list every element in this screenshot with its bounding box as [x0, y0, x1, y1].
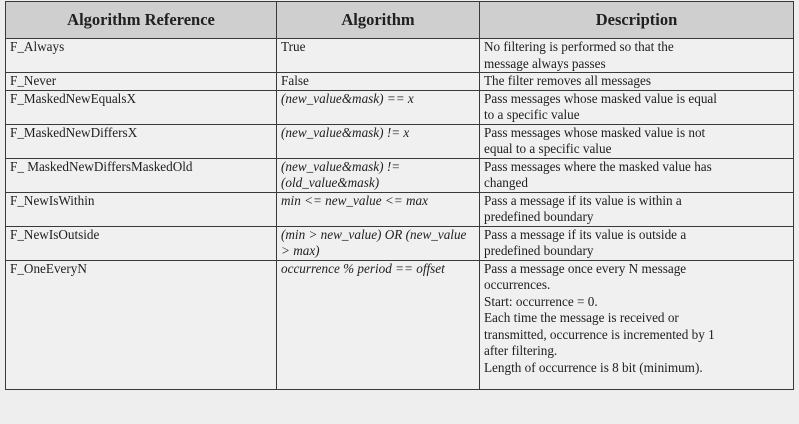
description-line: Pass messages whose masked value is not [484, 124, 706, 140]
description-cell: Pass a message if its value is within a … [479, 191, 794, 227]
description-line: Start: occurrence = 0. [484, 293, 598, 309]
description-line: predefined boundary [484, 243, 594, 258]
description-line: Each time the message is received or [484, 310, 679, 325]
description-line: Pass a message if its value is outside a [484, 226, 687, 242]
algorithm-cell: (min > new_value) OR (new_value > max) [276, 225, 480, 261]
header-description: Description [479, 1, 794, 39]
description-line: Pass a message if its value is within a [484, 192, 682, 208]
header-algorithm: Algorithm [276, 1, 480, 39]
algorithm-reference-cell: F_ MaskedNewDiffersMaskedOld [5, 157, 277, 193]
table-row: F_NewIsOutside (min > new_value) OR (new… [5, 225, 794, 261]
description-line: occurrences. [484, 277, 551, 292]
algorithm-reference-cell: F_OneEveryN [5, 259, 277, 390]
algorithm-table-container: Algorithm Reference Algorithm Descriptio… [5, 1, 794, 390]
description-line: Pass messages where the masked value has [484, 158, 712, 174]
description-cell: Pass a message once every N message occu… [479, 259, 794, 390]
description-line: message always passes [484, 55, 606, 71]
description-cell: No filtering is performed so that the me… [479, 38, 794, 73]
description-line: Length of occurrence is 8 bit (minimum). [484, 359, 703, 375]
table-row: F_MaskedNewDiffersX (new_value&mask) != … [5, 123, 794, 159]
algorithm-reference-cell: F_NewIsWithin [5, 191, 277, 227]
description-line: The filter removes all messages [484, 73, 651, 88]
description-line: after filtering. [484, 343, 558, 358]
algorithm-cell: (new_value&mask) == x [276, 89, 480, 125]
description-line: changed [484, 175, 528, 190]
description-cell: Pass a message if its value is outside a… [479, 225, 794, 261]
table-row: F_ MaskedNewDiffersMaskedOld (new_value&… [5, 157, 794, 193]
algorithm-reference-cell: F_Always [5, 38, 277, 73]
table-row: F_NewIsWithin min <= new_value <= max Pa… [5, 191, 794, 227]
algorithm-reference-cell: F_MaskedNewEqualsX [5, 89, 277, 125]
description-line: No filtering is performed so that the [484, 39, 674, 54]
algorithm-reference-cell: F_Never [5, 72, 277, 91]
header-algorithm-reference: Algorithm Reference [5, 1, 277, 39]
algorithm-reference-cell: F_MaskedNewDiffersX [5, 123, 277, 159]
description-line: predefined boundary [484, 209, 594, 224]
algorithm-cell: True [276, 38, 480, 73]
table-row: F_Always True No filtering is performed … [5, 38, 794, 73]
algorithm-cell: occurrence % period == offset [276, 259, 480, 390]
description-cell: Pass messages whose masked value is equa… [479, 89, 794, 125]
table-row: F_Never False The filter removes all mes… [5, 72, 794, 91]
algorithm-cell: min <= new_value <= max [276, 191, 480, 227]
description-cell: Pass messages whose masked value is not … [479, 123, 794, 159]
description-line: to a specific value [484, 107, 580, 122]
table-row: F_MaskedNewEqualsX (new_value&mask) == x… [5, 89, 794, 125]
description-line: equal to a specific value [484, 141, 612, 156]
description-line: Pass messages whose masked value is equa… [484, 90, 717, 106]
table-header-row: Algorithm Reference Algorithm Descriptio… [5, 1, 794, 39]
algorithm-table: Algorithm Reference Algorithm Descriptio… [5, 1, 794, 390]
algorithm-cell: (new_value&mask) != (old_value&mask) [276, 157, 480, 193]
description-cell: Pass messages where the masked value has… [479, 157, 794, 193]
algorithm-reference-cell: F_NewIsOutside [5, 225, 277, 261]
algorithm-cell: (new_value&mask) != x [276, 123, 480, 159]
algorithm-cell: False [276, 72, 480, 91]
table-row: F_OneEveryN occurrence % period == offse… [5, 259, 794, 390]
description-line: Pass a message once every N message [484, 260, 687, 276]
description-cell: The filter removes all messages [479, 72, 794, 91]
description-line: transmitted, occurrence is incremented b… [484, 326, 715, 342]
